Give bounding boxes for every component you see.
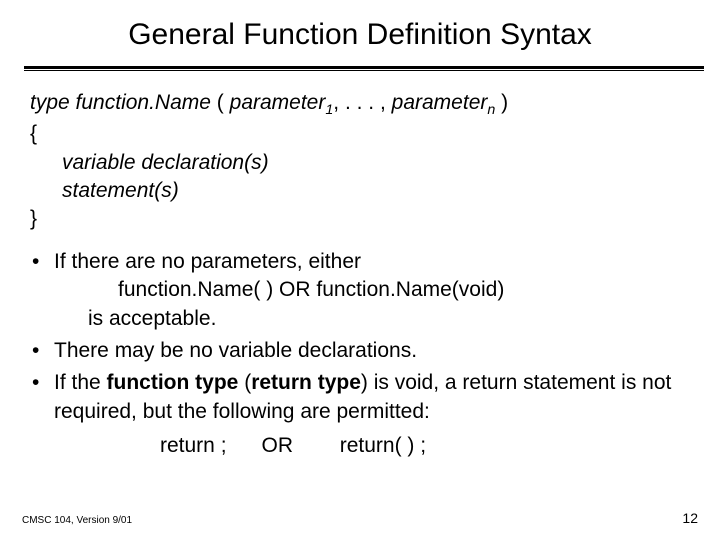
footer-left: CMSC 104, Version 9/01 <box>22 515 132 526</box>
b3b: function type <box>107 371 239 394</box>
return-or: OR <box>262 434 294 457</box>
kw-param1: parameter <box>230 91 326 114</box>
syntax-vardecl: variable declaration(s) <box>30 149 690 177</box>
kw-funcname: function.Name <box>76 91 211 114</box>
syntax-rbrace: } <box>30 205 690 233</box>
return-1: return ; <box>160 434 227 457</box>
bullet-2: There may be no variable declarations. <box>30 337 690 365</box>
content-area: type function.Name ( parameter1, . . . ,… <box>24 89 696 460</box>
return-line: return ; OR return( ) ; <box>30 432 690 460</box>
syntax-lbrace: { <box>30 120 690 148</box>
sep: , . . . , <box>333 91 386 114</box>
bullet-1-text: If there are no parameters, either <box>54 250 361 273</box>
bullet-3: If the function type (return type) is vo… <box>30 369 690 426</box>
slide-title: General Function Definition Syntax <box>24 18 696 52</box>
syntax-line-1: type function.Name ( parameter1, . . . ,… <box>30 89 690 120</box>
bullet-1-sub: function.Name( ) OR function.Name(void) <box>54 276 690 304</box>
close-paren: ) <box>501 91 508 114</box>
title-rule <box>24 66 704 71</box>
b3c: ( <box>238 371 251 394</box>
return-2: return( ) ; <box>340 434 426 457</box>
open-paren: ( <box>217 91 224 114</box>
b3d: return type <box>251 371 361 394</box>
bullet-1: If there are no parameters, either funct… <box>30 248 690 333</box>
kw-type: type <box>30 91 70 114</box>
b3a: If the <box>54 371 107 394</box>
syntax-stmt: statement(s) <box>30 177 690 205</box>
syntax-block: type function.Name ( parameter1, . . . ,… <box>30 89 690 234</box>
footer-right: 12 <box>682 510 698 526</box>
bullet-1-tail: is acceptable. <box>54 305 690 333</box>
kw-paramn: parameter <box>392 91 488 114</box>
bullet-list: If there are no parameters, either funct… <box>30 248 690 426</box>
